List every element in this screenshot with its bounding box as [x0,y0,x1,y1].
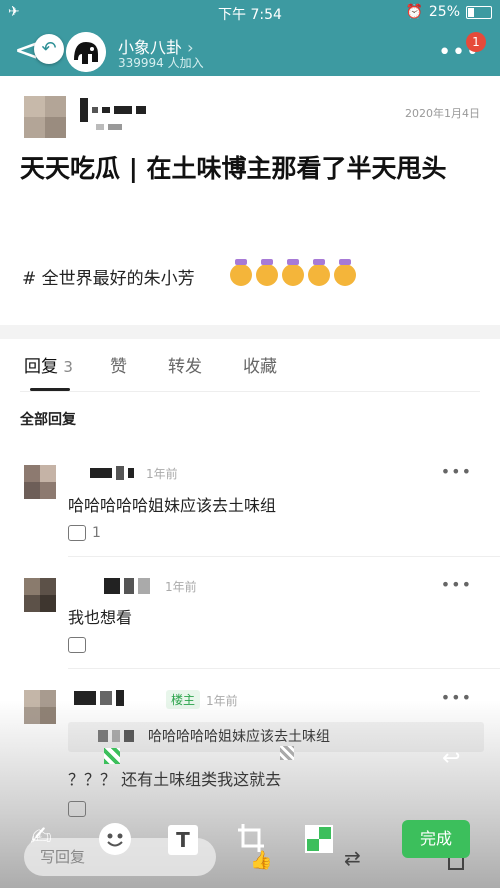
comment-time: 1年前 [165,580,197,594]
thumbs-up-icon [68,525,86,541]
party-face-icon [256,259,278,286]
comment-more-icon[interactable]: ••• [441,688,472,707]
comment-divider [68,556,500,557]
thumbs-up-icon [68,637,86,653]
comment-like-button[interactable] [68,637,86,653]
tab-favorites[interactable]: 收藏 [243,352,277,377]
comment-time: 1年前 [146,467,178,481]
quoted-name-redacted [98,730,134,742]
status-bar: ✈ 下午 7:54 ⏰ 25% [0,0,500,26]
member-count: 339994 人加入 [118,56,204,70]
party-face-icon [308,259,330,286]
tab-reposts[interactable]: 转发 [168,352,202,377]
commenter-name-redacted [90,466,134,480]
battery-icon [466,5,492,19]
like-icon[interactable]: 👍 [250,850,272,871]
host-avatar[interactable] [24,690,56,724]
party-face-icon [230,259,252,286]
quoted-reply: 哈哈哈哈哈姐妹应该去土味组 [68,722,484,752]
mosaic-icon[interactable] [305,825,333,853]
done-button[interactable]: 完成 [402,820,470,858]
pen-icon[interactable]: ✍ [30,822,52,852]
post-date: 2020年1月4日 [405,107,480,120]
comment-time: 1年前 [206,694,238,708]
undo-icon[interactable]: ↩ [442,746,460,771]
undo-icon[interactable]: ↶ [34,34,64,64]
text-icon[interactable]: T [168,825,198,855]
comment-text: 哈哈哈哈哈姐妹应该去土味组 [68,496,277,515]
commenter-name-redacted [104,578,150,594]
group-header: < ↶ 小象八卦 › 339994 人加入 ••• 1 [0,26,500,76]
mosaic-marker-icon [280,746,294,760]
comment-like-button[interactable] [68,801,86,817]
comment-text: 我也想看 [68,608,133,627]
author-meta-redacted [96,124,122,130]
emoji-row [230,259,356,286]
repost-icon[interactable]: ⇄ [344,846,361,870]
post-title: 天天吃瓜 | 在土味博主那看了半天甩头 [20,154,447,183]
author-name-redacted [80,98,146,122]
tab-likes[interactable]: 赞 [110,352,127,377]
party-face-icon [282,259,304,286]
commenter-avatar[interactable] [24,465,56,499]
comment-more-icon[interactable]: ••• [441,575,472,594]
quoted-text: 哈哈哈哈哈姐妹应该去土味组 [148,729,330,745]
post-tag[interactable]: # 全世界最好的朱小芳 [22,264,195,289]
sticker-icon[interactable] [99,823,131,855]
notification-badge: 1 [466,32,486,52]
thumbs-up-icon [68,801,86,817]
host-badge: 楼主 [166,690,201,709]
comment-text: ？？？ 还有土味组类我这就去 [68,770,282,789]
party-face-icon [334,259,356,286]
section-divider [0,325,500,339]
alarm-icon: ⏰ [405,4,423,20]
tab-rule [20,391,480,392]
mosaic-marker-icon [104,748,120,764]
commenter-avatar[interactable] [24,578,56,612]
all-replies-title: 全部回复 [20,412,76,428]
comment-more-icon[interactable]: ••• [441,462,472,481]
tab-replies[interactable]: 回复 3 [24,352,73,377]
group-logo[interactable] [66,32,106,72]
tab-bar: 回复 3 赞 转发 收藏 [0,352,500,391]
battery-percent: 25% [428,4,460,20]
comment-divider [68,668,500,669]
comment-like-button[interactable]: 1 [68,525,101,541]
host-name-redacted [74,690,124,706]
author-avatar[interactable] [24,96,66,138]
